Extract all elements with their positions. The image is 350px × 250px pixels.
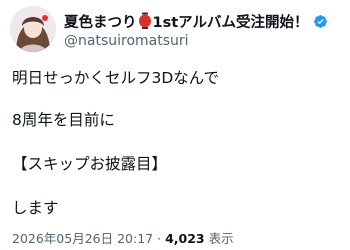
post-text-line-2: 8周年を目前に	[12, 111, 115, 129]
post-text-line-3: 【スキップお披露目】	[12, 155, 168, 173]
views-label: 表示	[208, 231, 234, 246]
post-text-line-1: 明日せっかくセルフ3Dなんで	[12, 69, 220, 87]
post-card: 夏色まつり 1stアルバム受注開始！ @natsuiromatsuri 明日せっ…	[0, 0, 350, 250]
post-timestamp[interactable]: 2026年05月26日 20:17	[12, 231, 153, 246]
post-meta: 2026年05月26日 20:17 · 4,023 表示	[12, 228, 234, 247]
avatar-image	[10, 6, 56, 52]
meta-separator: ·	[157, 231, 162, 246]
display-name-part2: 1stアルバム受注開始！	[152, 14, 309, 31]
avatar[interactable]	[10, 6, 56, 52]
red-lantern-emoji-icon	[138, 12, 152, 30]
display-name[interactable]: 夏色まつり 1stアルバム受注開始！	[64, 10, 328, 32]
user-handle[interactable]: @natsuiromatsuri	[64, 33, 189, 49]
verified-badge-icon	[313, 14, 328, 29]
post-text-line-4: します	[12, 199, 59, 217]
display-name-part1: 夏色まつり	[64, 14, 137, 31]
post-header: 夏色まつり 1stアルバム受注開始！ @natsuiromatsuri	[10, 6, 344, 52]
views-count[interactable]: 4,023	[165, 231, 205, 246]
